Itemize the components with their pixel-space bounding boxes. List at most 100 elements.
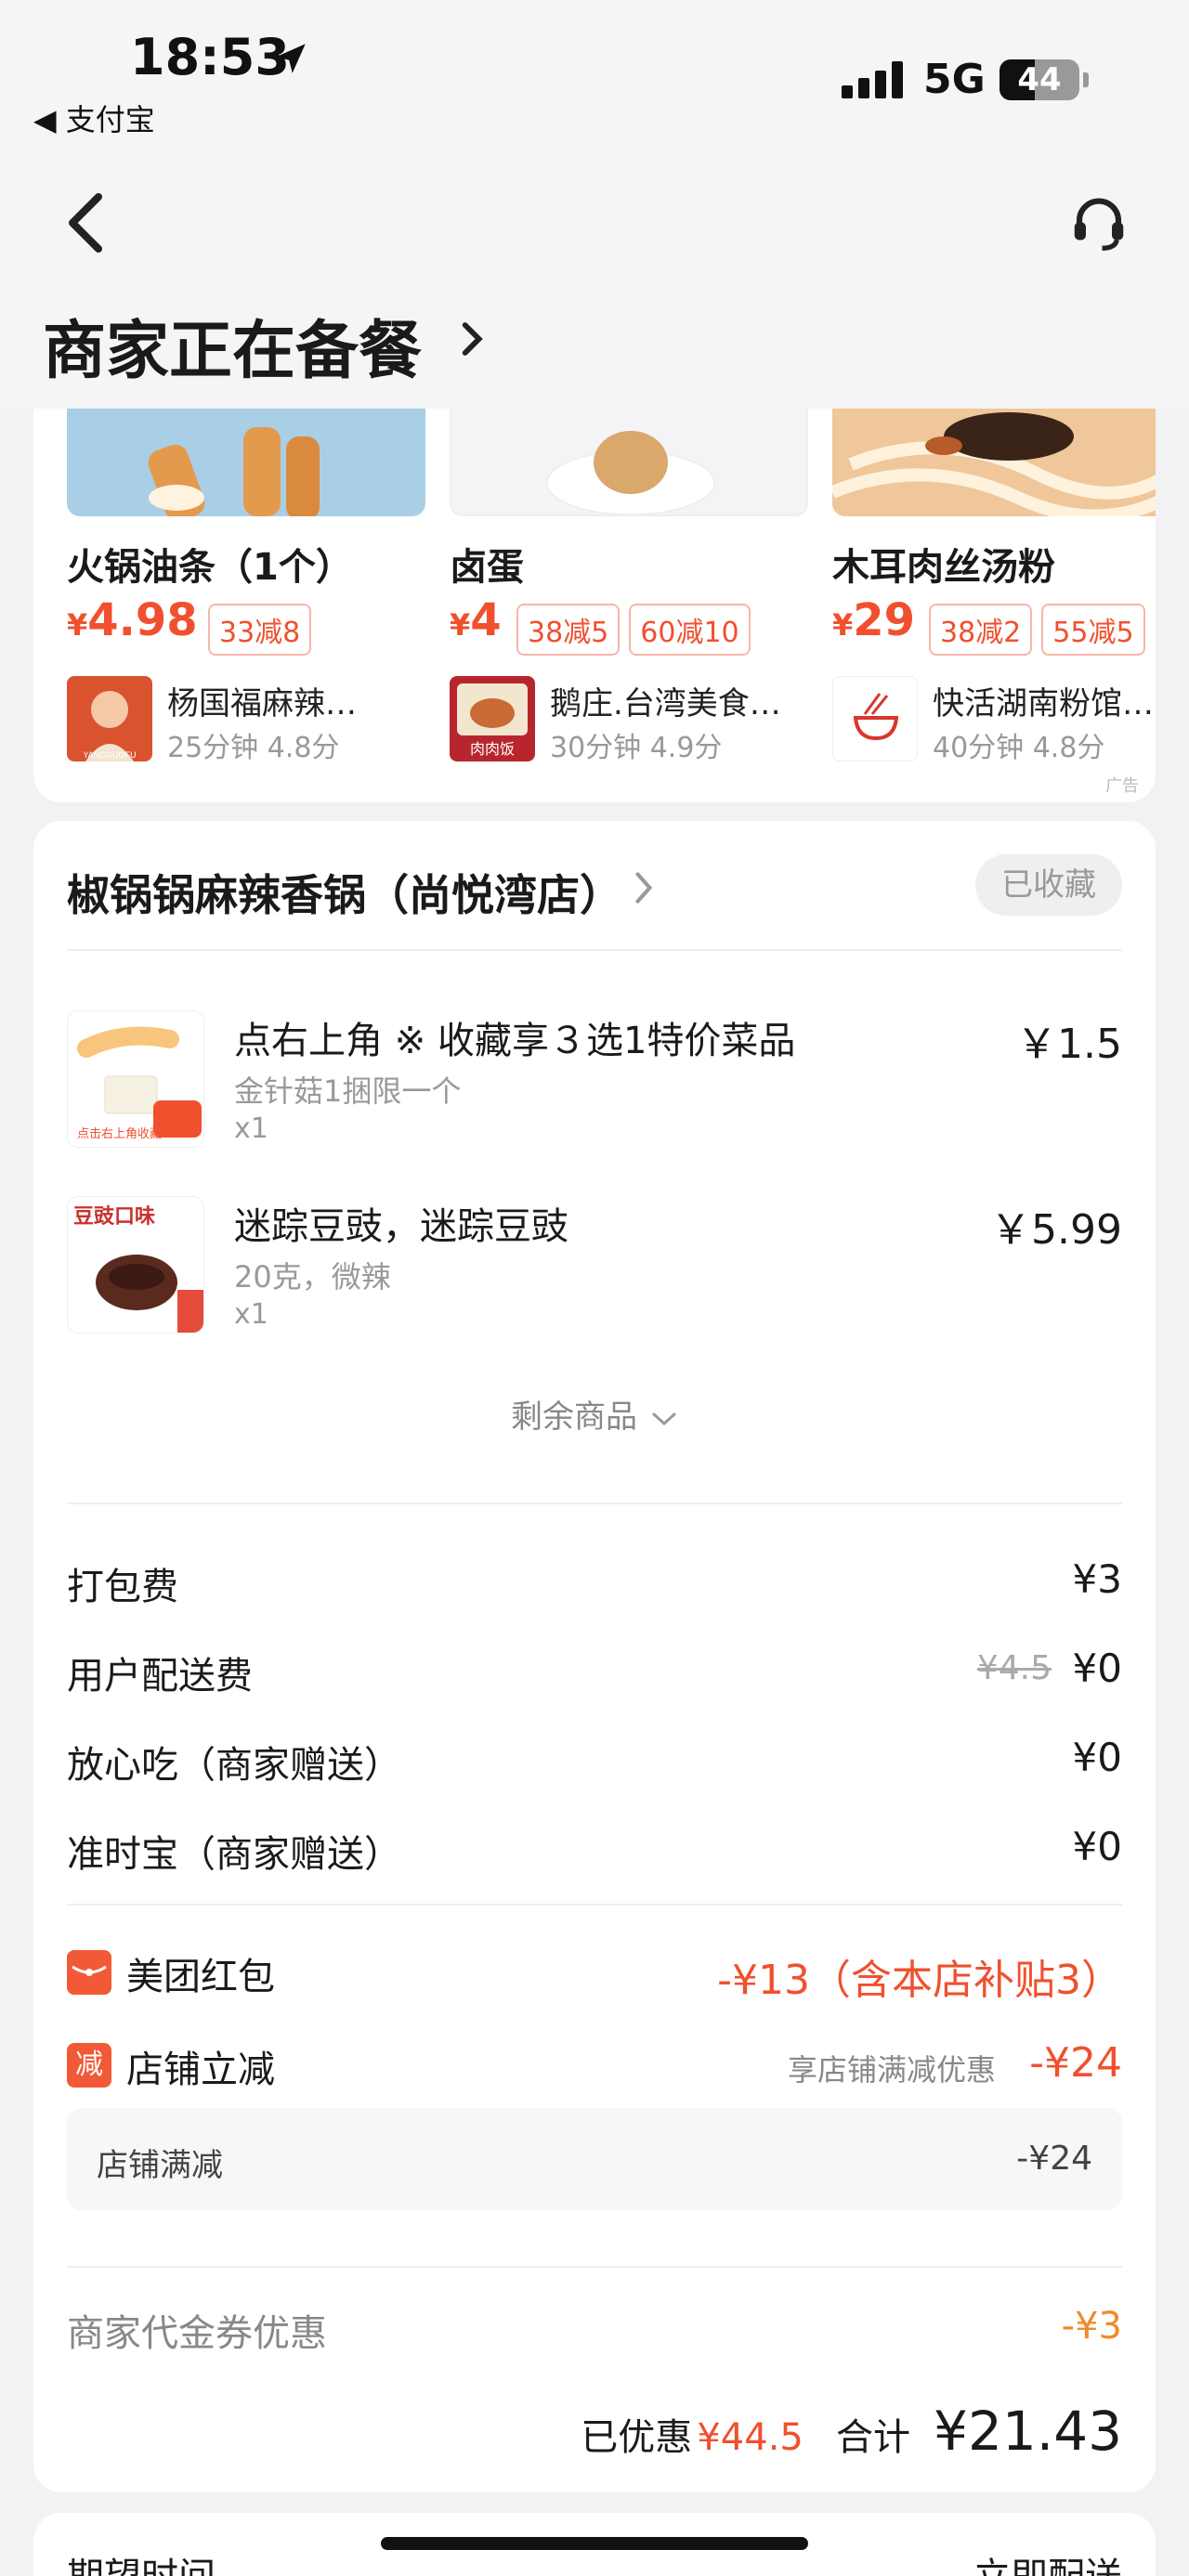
store-discount-row: 减 店铺立减 享店铺满减优惠 -¥24 <box>67 2039 1122 2104</box>
shop-logo <box>832 676 918 761</box>
item-image: 点击右上角收藏 <box>67 1010 204 1148</box>
promo-label: 店铺立减 <box>126 2049 275 2091</box>
item-name: 迷踪豆豉，迷踪豆豉 <box>234 1205 568 1248</box>
red-packet-icon <box>67 1950 111 1995</box>
recommendation-item[interactable]: 火锅油条（1个） ¥4.98 33减8 YANGGUOFU 杨国福麻辣… 25分… <box>67 409 429 802</box>
discount-detail-value: -¥24 <box>1016 2140 1092 2178</box>
svg-text:豆豉口味: 豆豉口味 <box>73 1205 155 1229</box>
safe-eat-row: 放心吃（商家赠送） ¥0 <box>67 1735 1122 1790</box>
saved-value: ¥44.5 <box>697 2416 804 2459</box>
shop-logo: YANGGUOFU <box>67 676 152 761</box>
divider <box>67 2266 1122 2268</box>
food-price: ¥4 <box>450 594 502 646</box>
promo-note: 享店铺满减优惠 <box>787 2052 996 2088</box>
svg-text:YANGGUOFU: YANGGUOFU <box>83 750 136 760</box>
fee-value: ¥0 <box>1072 1646 1122 1691</box>
discount-badge: 55减5 <box>1041 604 1145 656</box>
order-item[interactable]: 点击右上角收藏 点右上角 ※ 收藏享３选1特价菜品 金针菇1捆限一个 x1 ￥1… <box>67 1010 1122 1159</box>
total-value: ¥21.43 <box>934 2400 1122 2463</box>
fee-label: 准时宝（商家赠送） <box>67 1833 401 1876</box>
shop-name: 鹅庄.台湾美食… <box>550 685 781 722</box>
item-image: 豆豉口味 <box>67 1196 204 1334</box>
chevron-down-icon <box>652 1412 676 1425</box>
recommendation-carousel[interactable]: 火锅油条（1个） ¥4.98 33减8 YANGGUOFU 杨国福麻辣… 25分… <box>33 409 1156 802</box>
fee-label: 打包费 <box>67 1566 178 1608</box>
recommendation-item[interactable]: 木耳肉丝汤粉 ¥29 38减2 55减5 快活湖南粉馆… 40分钟 4.8分 <box>832 409 1156 802</box>
fee-value: ¥3 <box>1072 1556 1122 1602</box>
delivery-option[interactable]: 立即配送 <box>973 2546 1122 2576</box>
more-items-toggle[interactable]: 剩余商品 <box>33 1391 1156 1437</box>
food-price: ¥29 <box>832 594 916 646</box>
status-time: 18:53 <box>130 28 290 86</box>
back-arrow-icon[interactable] <box>61 186 113 260</box>
item-qty: x1 <box>234 1298 268 1331</box>
ad-tag: 广告 <box>1105 776 1139 796</box>
fee-original-value: ¥4.5 <box>976 1649 1052 1687</box>
more-items-label: 剩余商品 <box>511 1399 637 1436</box>
order-summary: 已优惠 ¥44.5 合计 ¥21.43 <box>581 2400 1122 2463</box>
network-type: 5G <box>923 56 986 103</box>
food-name: 卤蛋 <box>450 546 524 589</box>
item-spec: 20克，微辣 <box>234 1259 391 1295</box>
promo-value: -¥13（含本店补贴3） <box>717 1957 1122 2004</box>
fee-label: 用户配送费 <box>67 1655 253 1698</box>
total-label: 合计 <box>835 2416 910 2459</box>
customer-service-icon[interactable] <box>1066 191 1131 256</box>
chevron-right-icon[interactable] <box>632 867 656 908</box>
delivery-fee-row: 用户配送费 ¥4.5 ¥0 <box>67 1646 1122 1701</box>
saved-label: 已优惠 <box>581 2416 693 2459</box>
discount-icon: 减 <box>67 2043 111 2088</box>
divider <box>67 949 1122 951</box>
recommendation-item[interactable]: 卤蛋 ¥4 38减5 60减10 肉肉饭 鹅庄.台湾美食… 30分钟 4.9分 <box>450 409 812 802</box>
food-name: 火锅油条（1个） <box>67 546 353 589</box>
home-indicator[interactable] <box>381 2537 808 2550</box>
food-price: ¥4.98 <box>67 594 198 646</box>
shop-meta: 25分钟 4.8分 <box>167 732 340 764</box>
fee-label: 放心吃（商家赠送） <box>67 1744 401 1787</box>
status-bar: 18:53 ◀ 支付宝 5G 44 <box>0 0 1189 139</box>
item-qty: x1 <box>234 1112 268 1145</box>
discount-badges: 38减2 55减5 <box>929 604 1155 656</box>
order-item[interactable]: 豆豉口味 迷踪豆豉，迷踪豆豉 20克，微辣 x1 ￥5.99 <box>67 1196 1122 1345</box>
back-to-app-link[interactable]: ◀ 支付宝 <box>33 97 155 139</box>
svg-text:肉肉饭: 肉肉饭 <box>470 740 515 758</box>
voucher-label: 商家代金券优惠 <box>67 2312 327 2355</box>
page-header: 商家正在备餐 <box>0 139 1189 409</box>
red-packet-row[interactable]: 美团红包 -¥13（含本店补贴3） <box>67 1946 1122 2011</box>
discount-badge: 38减2 <box>929 604 1033 656</box>
item-price: ￥5.99 <box>990 1206 1122 1254</box>
discount-detail-label: 店铺满减 <box>97 2147 223 2184</box>
food-name: 木耳肉丝汤粉 <box>832 546 1055 589</box>
on-time-row: 准时宝（商家赠送） ¥0 <box>67 1824 1122 1880</box>
store-name[interactable]: 椒锅锅麻辣香锅（尚悦湾店） <box>67 862 622 923</box>
battery-level: 44 <box>1017 61 1062 98</box>
fee-value: ¥0 <box>1072 1735 1122 1780</box>
divider <box>67 1904 1122 1906</box>
voucher-value: -¥3 <box>1061 2305 1122 2348</box>
food-image <box>832 409 1156 516</box>
item-price: ￥1.5 <box>1016 1021 1122 1068</box>
item-name: 点右上角 ※ 收藏享３选1特价菜品 <box>234 1020 796 1062</box>
promo-value: -¥24 <box>1029 2039 1122 2087</box>
food-image <box>67 409 425 516</box>
shop-name: 杨国福麻辣… <box>167 685 357 722</box>
page-title[interactable]: 商家正在备餐 <box>43 299 422 391</box>
discount-badge: 60减10 <box>629 604 751 656</box>
signal-icon <box>842 61 907 98</box>
food-image <box>450 409 808 516</box>
shop-logo: 肉肉饭 <box>450 676 535 761</box>
shop-meta: 40分钟 4.8分 <box>933 732 1105 764</box>
discount-badges: 38减5 60减10 <box>516 604 760 656</box>
discount-detail-box: 店铺满减 -¥24 <box>67 2108 1122 2210</box>
location-arrow-icon <box>276 44 306 73</box>
expected-time-label: 期望时间 <box>67 2546 216 2576</box>
chevron-right-icon[interactable] <box>457 316 489 362</box>
item-spec: 金针菇1捆限一个 <box>234 1073 462 1109</box>
shop-name: 快活湖南粉馆… <box>933 685 1154 722</box>
battery-icon: 44 <box>1000 59 1089 100</box>
fee-value: ¥0 <box>1072 1824 1122 1869</box>
packing-fee-row: 打包费 ¥3 <box>67 1556 1122 1612</box>
discount-badge: 33减8 <box>208 604 312 656</box>
order-card: 椒锅锅麻辣香锅（尚悦湾店） 已收藏 点击右上角收藏 点右上角 ※ 收藏享３选1特… <box>33 821 1156 2492</box>
favorite-button[interactable]: 已收藏 <box>975 854 1122 916</box>
